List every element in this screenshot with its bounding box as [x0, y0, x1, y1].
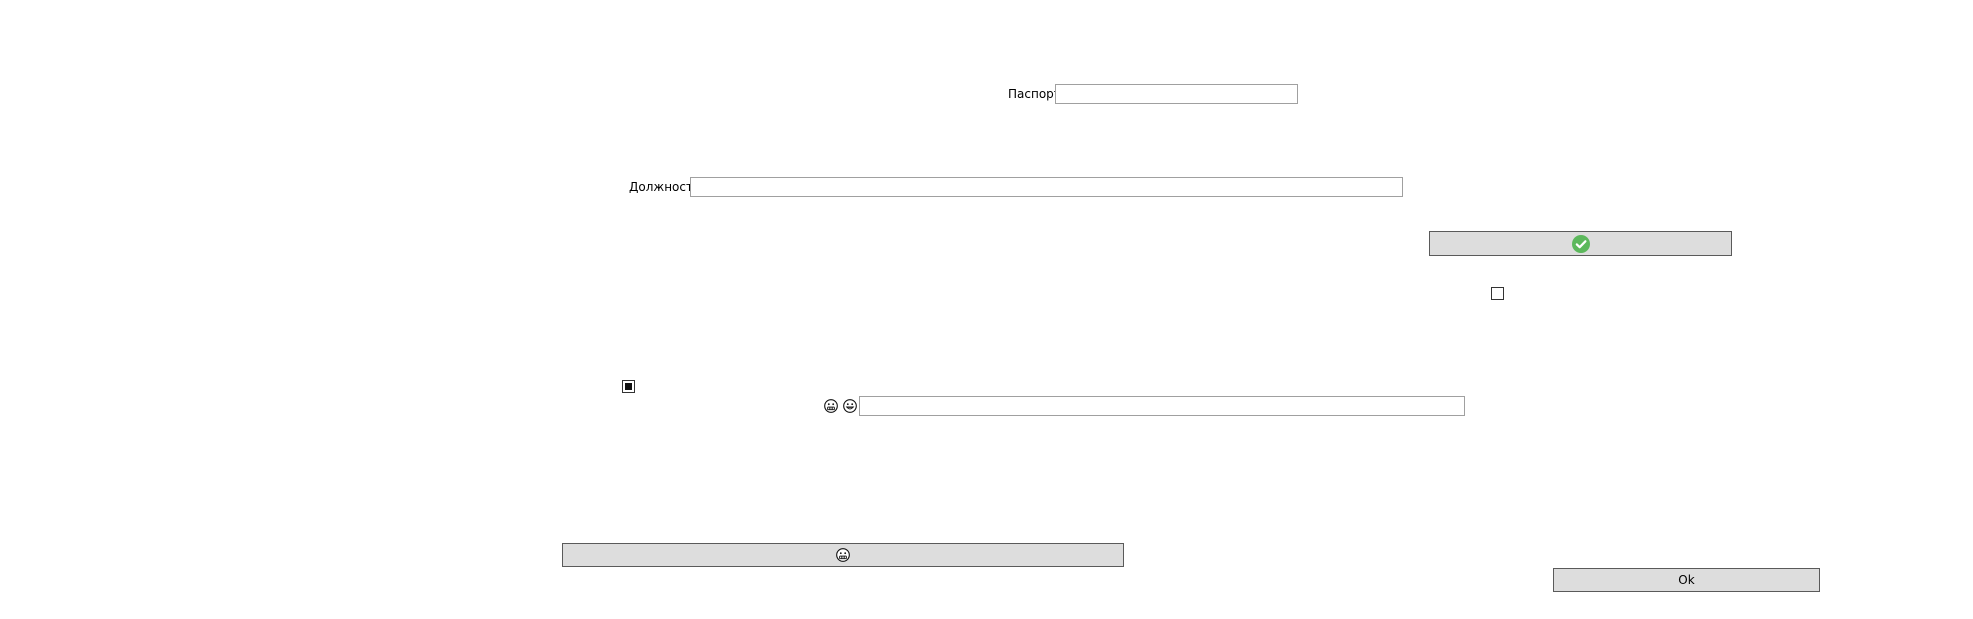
grin-face-icon — [843, 399, 857, 413]
position-input[interactable] — [690, 177, 1403, 197]
confirm-button[interactable] — [1429, 231, 1732, 256]
passport-label: Паспорт — [1008, 87, 1061, 101]
selected-checkbox[interactable] — [622, 380, 635, 393]
check-circle-icon — [1571, 234, 1590, 253]
passport-input[interactable] — [1055, 84, 1298, 104]
emoji-button[interactable] — [562, 543, 1124, 567]
ok-button[interactable]: Ok — [1553, 568, 1820, 592]
bottom-text-input[interactable] — [859, 396, 1465, 416]
option-checkbox[interactable] — [1491, 287, 1504, 300]
ok-button-label: Ok — [1678, 573, 1695, 587]
checkbox-fill — [625, 383, 632, 390]
grimace-face-icon — [824, 399, 838, 413]
grimace-face-icon — [836, 548, 850, 562]
